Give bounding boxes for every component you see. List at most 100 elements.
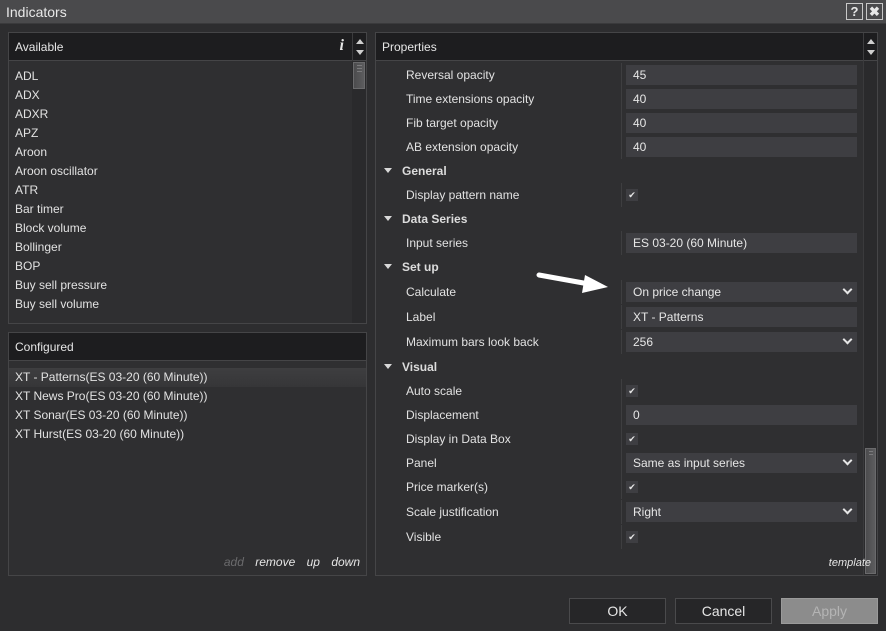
category-general[interactable]: General (376, 159, 863, 183)
prop-label: AB extension opacity (406, 140, 519, 154)
prop-input-series: Input series ES 03-20 (60 Minute) (376, 231, 863, 255)
category-label: General (402, 164, 447, 178)
prop-label: Scale justification (406, 505, 499, 519)
apply-button[interactable]: Apply (781, 598, 878, 624)
properties-scrollbar[interactable] (863, 61, 877, 575)
available-item[interactable]: Buy sell pressure (9, 276, 366, 295)
prop-label: Auto scale (406, 384, 463, 398)
max-bars-value: 256 (633, 335, 654, 349)
available-scroll-arrows[interactable] (352, 33, 366, 61)
properties-scroll-thumb[interactable] (865, 448, 876, 574)
collapse-triangle-icon[interactable] (384, 264, 392, 269)
available-item[interactable]: ADX (9, 86, 366, 105)
available-item[interactable]: Aroon (9, 143, 366, 162)
scroll-up-icon[interactable] (356, 39, 364, 44)
scroll-down-icon[interactable] (867, 50, 875, 55)
configured-item[interactable]: XT Hurst(ES 03-20 (60 Minute)) (9, 425, 366, 444)
prop-label: Price marker(s) (406, 480, 489, 494)
add-link[interactable]: add (224, 555, 244, 569)
category-setup[interactable]: Set up (376, 255, 863, 279)
close-button[interactable]: ✖ (866, 3, 883, 20)
prop-display-pattern-name: Display pattern name ✔ (376, 183, 863, 207)
annotation-arrow-icon (536, 272, 608, 293)
configured-item[interactable]: XT - Patterns(ES 03-20 (60 Minute)) (9, 368, 366, 387)
ab-ext-opacity-input[interactable]: 40 (626, 137, 857, 157)
label-input[interactable]: XT - Patterns (626, 307, 857, 327)
price-markers-checkbox[interactable]: ✔ (626, 481, 638, 493)
prop-price-markers: Price marker(s) ✔ (376, 475, 863, 499)
available-item[interactable]: APZ (9, 124, 366, 143)
configured-list: XT - Patterns(ES 03-20 (60 Minute)) XT N… (9, 368, 366, 444)
available-item[interactable]: Block volume (9, 219, 366, 238)
configured-item[interactable]: XT News Pro(ES 03-20 (60 Minute)) (9, 387, 366, 406)
prop-label: Display in Data Box (406, 432, 511, 446)
down-link[interactable]: down (331, 555, 360, 569)
prop-label-row: Label XT - Patterns (376, 305, 863, 329)
fib-target-opacity-input[interactable]: 40 (626, 113, 857, 133)
scroll-down-icon[interactable] (356, 50, 364, 55)
category-data-series[interactable]: Data Series (376, 207, 863, 231)
prop-label: Reversal opacity (406, 68, 495, 82)
ok-button[interactable]: OK (569, 598, 666, 624)
cancel-button[interactable]: Cancel (675, 598, 772, 624)
configured-panel: Configured XT - Patterns(ES 03-20 (60 Mi… (8, 332, 367, 576)
checkmark-icon: ✔ (628, 434, 636, 444)
available-item[interactable]: ATR (9, 181, 366, 200)
available-item[interactable]: Buy sell volume (9, 295, 366, 314)
prop-label: Label (406, 310, 436, 324)
chevron-down-icon (842, 455, 853, 466)
window-title: Indicators (6, 4, 67, 20)
configured-item[interactable]: XT Sonar(ES 03-20 (60 Minute)) (9, 406, 366, 425)
calculate-value: On price change (633, 285, 722, 299)
available-item[interactable]: Bollinger (9, 238, 366, 257)
available-item[interactable]: ADL (9, 67, 366, 86)
prop-label: Display pattern name (406, 188, 520, 202)
prop-label: Visible (406, 530, 442, 544)
calculate-dropdown[interactable]: On price change (626, 282, 857, 302)
category-visual[interactable]: Visual (376, 355, 863, 379)
available-scrollbar[interactable] (352, 61, 366, 323)
chevron-down-icon (842, 504, 853, 515)
category-label: Visual (402, 360, 438, 374)
panel-dropdown[interactable]: Same as input series (626, 453, 857, 473)
time-ext-opacity-input[interactable]: 40 (626, 89, 857, 109)
available-item[interactable]: BOP (9, 257, 366, 276)
visible-checkbox[interactable]: ✔ (626, 531, 638, 543)
collapse-triangle-icon[interactable] (384, 168, 392, 173)
category-label: Set up (402, 260, 439, 274)
available-item[interactable]: Bar timer (9, 200, 366, 219)
help-button[interactable]: ? (846, 3, 863, 20)
auto-scale-checkbox[interactable]: ✔ (626, 385, 638, 397)
remove-link[interactable]: remove (255, 555, 295, 569)
prop-label: Input series (406, 236, 469, 250)
checkmark-icon: ✔ (628, 532, 636, 542)
max-bars-dropdown[interactable]: 256 (626, 332, 857, 352)
reversal-opacity-input[interactable]: 45 (626, 65, 857, 85)
properties-scroll-arrows[interactable] (863, 33, 877, 61)
up-link[interactable]: up (307, 555, 320, 569)
display-pattern-name-checkbox[interactable]: ✔ (626, 189, 638, 201)
collapse-triangle-icon[interactable] (384, 364, 392, 369)
collapse-triangle-icon[interactable] (384, 216, 392, 221)
category-label: Data Series (402, 212, 468, 226)
available-item[interactable]: Aroon oscillator (9, 162, 366, 181)
chevron-down-icon (842, 334, 853, 345)
available-header: Available i (9, 33, 366, 61)
scroll-up-icon[interactable] (867, 39, 875, 44)
available-scroll-thumb[interactable] (353, 62, 365, 89)
info-icon[interactable]: i (340, 37, 344, 55)
display-data-box-checkbox[interactable]: ✔ (626, 433, 638, 445)
configured-header: Configured (9, 333, 366, 361)
prop-calculate: Calculate On price change (376, 280, 863, 304)
properties-panel: Properties Reversal opacity 45 Time exte… (375, 32, 878, 576)
prop-max-bars: Maximum bars look back 256 (376, 330, 863, 354)
scale-justification-dropdown[interactable]: Right (626, 502, 857, 522)
properties-header: Properties (376, 33, 877, 61)
available-item[interactable]: ADXR (9, 105, 366, 124)
configured-title: Configured (15, 340, 74, 354)
template-link[interactable]: template (829, 557, 871, 569)
displacement-input[interactable]: 0 (626, 405, 857, 425)
prop-label: Maximum bars look back (406, 335, 539, 349)
prop-label: Displacement (406, 408, 479, 422)
input-series-field[interactable]: ES 03-20 (60 Minute) (626, 233, 857, 253)
